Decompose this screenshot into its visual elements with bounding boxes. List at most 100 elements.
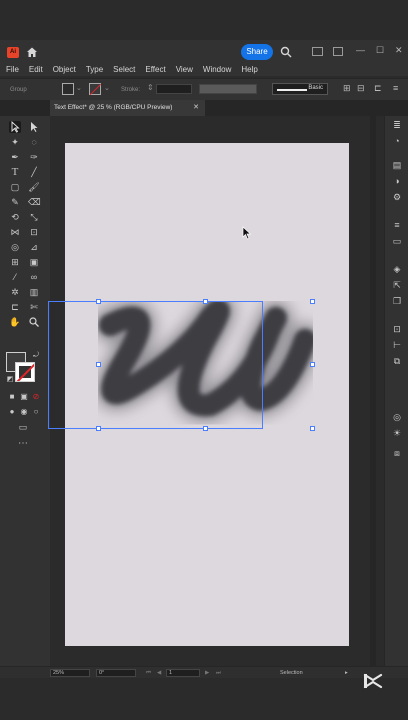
slice-tool-icon[interactable]: ✄ — [28, 301, 40, 313]
arrange-documents-icon[interactable] — [312, 47, 323, 56]
hand-tool-icon[interactable]: ✋ — [9, 316, 21, 328]
libraries-icon[interactable]: ▤ — [391, 160, 403, 170]
handle-bottom-right[interactable] — [310, 426, 315, 431]
draw-normal-icon[interactable]: ● — [6, 406, 18, 418]
maximize-button[interactable]: ☐ — [376, 45, 384, 56]
column-graph-icon[interactable]: ▥ — [28, 286, 40, 298]
align-panel-icon[interactable]: ⊢ — [391, 340, 403, 350]
stroke-color-box[interactable] — [15, 362, 35, 382]
type-tool-icon[interactable]: T — [9, 166, 21, 178]
width-tool-icon[interactable]: ⋈ — [9, 226, 21, 238]
draw-behind-icon[interactable]: ◉ — [18, 406, 30, 418]
color-guide-icon[interactable]: ◔ — [391, 136, 403, 146]
gradient-mode-icon[interactable]: ▣ — [18, 391, 30, 403]
appearance-icon[interactable]: ◎ — [391, 412, 403, 422]
none-mode-icon[interactable]: ⊘ — [30, 391, 42, 403]
handle-top-right[interactable] — [310, 299, 315, 304]
menu-window[interactable]: Window — [203, 64, 231, 76]
draw-inside-icon[interactable]: ○ — [30, 406, 42, 418]
mesh-tool-icon[interactable]: ⊞ — [9, 256, 21, 268]
eraser-tool-icon[interactable]: ⌫ — [28, 196, 41, 208]
menu-type[interactable]: Type — [86, 64, 103, 76]
symbol-sprayer-icon[interactable]: ✲ — [9, 286, 21, 298]
pen-tool-icon[interactable]: ✒ — [9, 151, 21, 163]
scale-tool-icon[interactable]: ⤡ — [28, 211, 40, 223]
swap-fill-stroke-icon[interactable]: ⤾ — [30, 350, 42, 362]
gradient-tool-icon[interactable]: ▣ — [28, 256, 40, 268]
pathfinder-icon[interactable]: ⧉ — [391, 356, 403, 366]
first-artboard-icon[interactable]: ⏮ — [146, 669, 151, 677]
transform-icon[interactable]: ⊏ — [374, 83, 382, 94]
handle-bottom-left[interactable] — [96, 426, 101, 431]
menu-effect[interactable]: Effect — [145, 64, 165, 76]
rotate-tool-icon[interactable]: ⟲ — [9, 211, 21, 223]
handle-bottom-center[interactable] — [203, 426, 208, 431]
handle-top-left[interactable] — [96, 299, 101, 304]
free-transform-icon[interactable]: ⊡ — [28, 226, 40, 238]
grid-icon[interactable]: ⊞ — [343, 83, 351, 94]
menu-help[interactable]: Help — [241, 64, 257, 76]
color-panel-icon[interactable]: ◑ — [391, 176, 403, 186]
status-menu-icon[interactable]: ▸ — [345, 669, 348, 677]
lasso-icon[interactable]: ◌ — [28, 136, 40, 148]
screen-mode-icon[interactable]: ▭ — [17, 421, 29, 433]
menu-select[interactable]: Select — [113, 64, 135, 76]
control-menu-icon[interactable]: ≡ — [393, 83, 398, 93]
properties-icon[interactable]: ≣ — [391, 120, 403, 130]
stroke-weight-field[interactable] — [156, 84, 192, 94]
gradient-panel-icon[interactable]: ▭ — [391, 236, 403, 246]
handle-middle-left[interactable] — [96, 362, 101, 367]
perspective-grid-icon[interactable]: ⊿ — [28, 241, 40, 253]
fill-dropdown-icon[interactable]: ⌄ — [76, 84, 82, 92]
variable-width-field[interactable] — [199, 84, 257, 94]
edit-toolbar-icon[interactable]: ⋯ — [17, 438, 29, 450]
zoom-tool-icon[interactable] — [28, 316, 40, 328]
magic-wand-icon[interactable]: ✦ — [9, 136, 21, 148]
selection-bounding-box[interactable] — [48, 301, 263, 429]
handle-middle-right[interactable] — [310, 362, 315, 367]
menu-file[interactable]: File — [6, 64, 19, 76]
default-colors-icon[interactable]: ◩ — [4, 374, 16, 386]
graphic-styles-icon[interactable]: ☀ — [391, 428, 403, 438]
minimize-button[interactable]: — — [356, 45, 365, 55]
fill-color-swatch[interactable] — [62, 83, 74, 95]
next-artboard-icon[interactable]: ▶ — [205, 669, 209, 677]
menu-object[interactable]: Object — [53, 64, 76, 76]
brush-definition-select[interactable]: Basic — [272, 83, 328, 95]
stroke-stepper-icon[interactable]: ⇕ — [147, 83, 154, 92]
direct-selection-icon[interactable] — [28, 121, 40, 133]
share-button[interactable]: Share — [241, 44, 273, 60]
handle-top-center[interactable] — [203, 299, 208, 304]
brushes-icon[interactable]: ⚙ — [391, 192, 403, 202]
eyedropper-icon[interactable]: ⁄ — [9, 271, 21, 283]
line-tool-icon[interactable]: ╱ — [28, 166, 40, 178]
vertical-scrollbar[interactable] — [370, 116, 376, 666]
blend-tool-icon[interactable]: ∞ — [28, 271, 40, 283]
previous-artboard-icon[interactable]: ◀ — [157, 669, 161, 677]
stroke-panel-icon[interactable]: ≡ — [391, 220, 403, 230]
curvature-tool-icon[interactable]: ✑ — [28, 151, 40, 163]
menu-edit[interactable]: Edit — [29, 64, 43, 76]
align-icon[interactable]: ⊟ — [357, 83, 365, 94]
workspace-icon[interactable] — [333, 47, 343, 56]
asset-export-icon[interactable]: ⇱ — [391, 280, 403, 290]
document-tab[interactable]: Text Effect* @ 25 % (RGB/CPU Preview) ✕ — [50, 100, 205, 116]
close-window-button[interactable]: ✕ — [395, 45, 403, 56]
artboard-tool-icon[interactable]: ⊏ — [9, 301, 21, 313]
zoom-select[interactable]: 25% — [50, 669, 90, 677]
stroke-dropdown-icon[interactable]: ⌄ — [104, 84, 110, 92]
artboards-panel-icon[interactable]: ❐ — [391, 296, 403, 306]
selection-tool-icon[interactable] — [9, 120, 21, 133]
search-icon[interactable] — [280, 46, 292, 58]
color-mode-icon[interactable]: ■ — [6, 391, 18, 403]
shape-builder-icon[interactable]: ◎ — [9, 241, 21, 253]
brush-tool-icon[interactable]: 🖌 — [28, 181, 40, 193]
rectangle-tool-icon[interactable]: ▢ — [9, 181, 21, 193]
last-artboard-icon[interactable]: ⏭ — [216, 669, 221, 677]
transform-panel-icon[interactable]: ⊡ — [391, 324, 403, 334]
menu-view[interactable]: View — [176, 64, 193, 76]
home-icon[interactable] — [26, 46, 38, 58]
close-tab-icon[interactable]: ✕ — [193, 100, 199, 116]
stroke-color-swatch[interactable] — [89, 83, 101, 95]
layers-icon[interactable]: ◈ — [391, 264, 403, 274]
